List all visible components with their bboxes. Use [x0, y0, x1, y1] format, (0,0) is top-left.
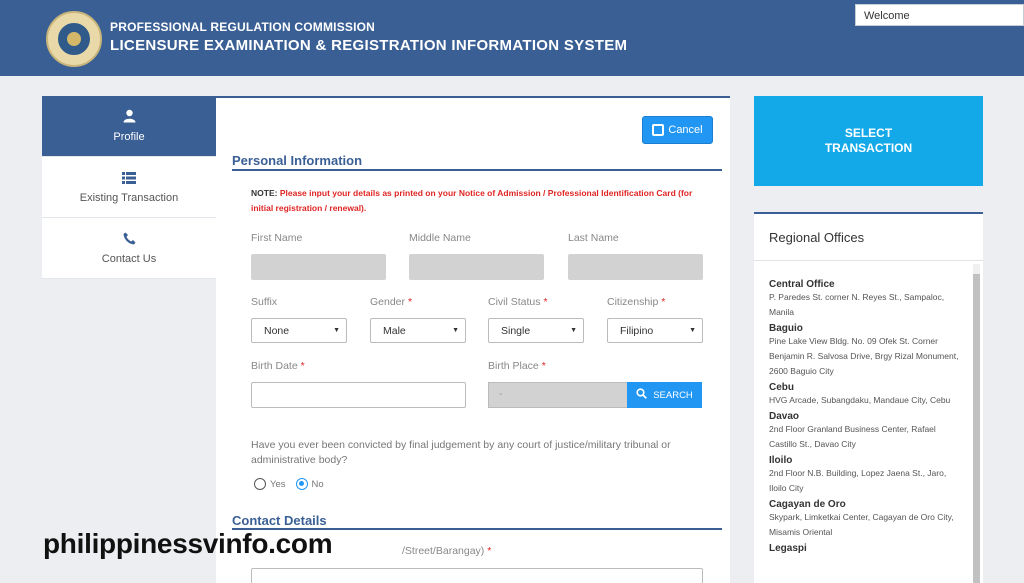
caret-down-icon: ▼ [570, 327, 577, 334]
system-name: LICENSURE EXAMINATION & REGISTRATION INF… [110, 37, 628, 54]
birth-place-field[interactable]: - [488, 382, 628, 408]
profile-form-panel: Cancel Personal Information NOTE: Please… [216, 96, 730, 583]
gender-label: Gender * [370, 296, 413, 308]
site-watermark: philippinessvinfo.com [43, 528, 333, 559]
suffix-label: Suffix [251, 296, 278, 308]
birth-place-label: Birth Place * [488, 360, 546, 372]
list-item: Cagayan de Oro Skypark, Limketkai Center… [769, 499, 954, 537]
conviction-question: Have you ever been convicted by final ju… [251, 439, 671, 466]
contact-details-title: Contact Details [232, 513, 327, 528]
nav-item-label: Existing Transaction [79, 191, 179, 204]
caret-down-icon: ▼ [333, 327, 340, 334]
note-text: NOTE: Please input your details as print… [251, 188, 693, 213]
nav-item-label: Contact Us [101, 252, 157, 265]
last-name-label: Last Name [568, 232, 619, 244]
caret-down-icon: ▼ [689, 327, 696, 334]
suffix-select[interactable]: None ▼ [251, 318, 347, 343]
address-input[interactable] [251, 568, 703, 583]
birth-date-input[interactable] [251, 382, 466, 408]
welcome-dropdown[interactable]: Welcome [855, 4, 1024, 26]
scrollbar[interactable] [973, 264, 980, 583]
gender-select[interactable]: Male ▼ [370, 318, 466, 343]
regional-offices-panel: Regional Offices Central Office P. Pared… [754, 212, 983, 583]
middle-name-field[interactable] [409, 254, 544, 280]
select-transaction-button[interactable]: SELECT TRANSACTION [754, 96, 983, 186]
phone-icon [123, 232, 136, 248]
org-name: PROFESSIONAL REGULATION COMMISSION [110, 20, 376, 34]
birth-place-search-button[interactable]: SEARCH [627, 382, 702, 408]
prc-seal-logo [46, 11, 102, 67]
caret-down-icon: ▼ [452, 327, 459, 334]
office-list: Central Office P. Paredes St. corner N. … [769, 276, 965, 554]
edit-icon [652, 124, 665, 136]
first-name-label: First Name [251, 232, 303, 244]
address-label: /Street/Barangay) * [402, 545, 492, 557]
citizenship-label: Citizenship * [607, 296, 666, 308]
list-item: Davao 2nd Floor Granland Business Center… [769, 411, 936, 449]
radio-no[interactable] [295, 478, 308, 490]
civil-status-label: Civil Status * [488, 296, 548, 308]
radio-yes[interactable] [254, 478, 266, 490]
list-item: Baguio Pine Lake View Bldg. No. 09 Ofek … [769, 323, 959, 376]
list-item: Cebu HVG Arcade, Subangdaku, Mandaue Cit… [769, 382, 951, 405]
first-name-field[interactable] [251, 254, 386, 280]
middle-name-label: Middle Name [409, 232, 471, 244]
list-icon [122, 171, 136, 187]
user-icon [123, 109, 136, 126]
list-item: Central Office P. Paredes St. corner N. … [769, 279, 945, 317]
conviction-radio-group: Yes No [254, 478, 334, 490]
last-name-field[interactable] [568, 254, 703, 280]
nav-item-label: Profile [113, 131, 145, 143]
nav-item-profile[interactable]: Profile [42, 96, 225, 157]
citizenship-select[interactable]: Filipino ▼ [607, 318, 703, 343]
birth-date-label: Birth Date * [251, 360, 305, 372]
list-item: Iloilo 2nd Floor N.B. Building, Lopez Ja… [769, 455, 947, 493]
scrollbar-thumb[interactable] [973, 274, 980, 583]
cancel-button[interactable]: Cancel [642, 116, 713, 144]
sidebar-nav: Profile Existing Transaction Contact Us [42, 96, 225, 279]
section-divider [232, 169, 722, 171]
app-header: PROFESSIONAL REGULATION COMMISSION LICEN… [0, 0, 1024, 76]
personal-information-title: Personal Information [232, 153, 363, 168]
search-icon [636, 388, 648, 402]
list-item: Legaspi [769, 543, 807, 554]
regional-offices-title: Regional Offices [769, 230, 865, 245]
civil-status-select[interactable]: Single ▼ [488, 318, 584, 343]
nav-item-contact-us[interactable]: Contact Us [42, 218, 216, 279]
nav-item-existing-transaction[interactable]: Existing Transaction [42, 157, 216, 218]
